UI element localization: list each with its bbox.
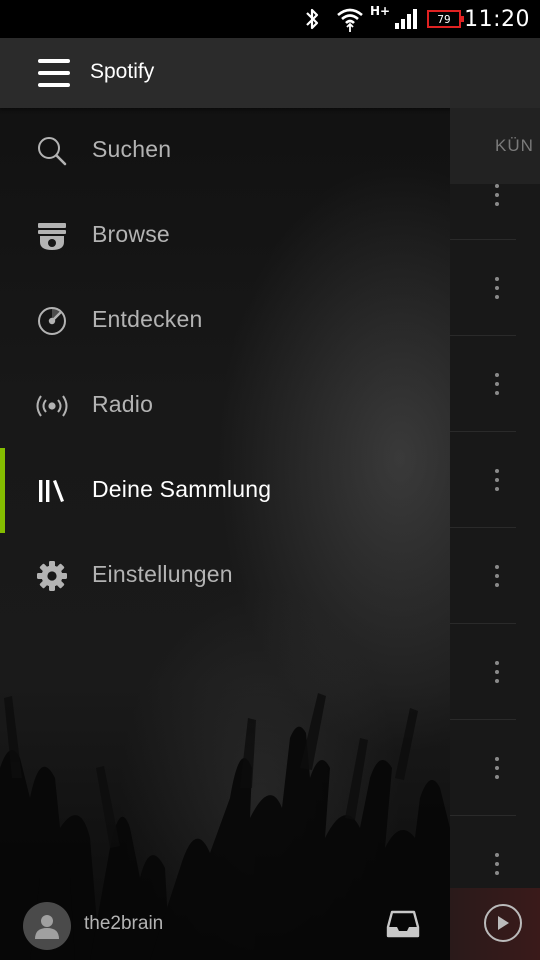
status-bar: H+ 79 11:20	[0, 0, 540, 38]
network-type-text: H+	[370, 4, 391, 18]
track-row[interactable]	[450, 336, 516, 432]
nav-item-label: Entdecken	[92, 306, 203, 332]
drawer-footer: the2brain	[0, 890, 450, 960]
main-view-tab-label[interactable]: KÜN	[495, 136, 534, 156]
network-type-label: H+	[370, 0, 390, 38]
track-row[interactable]	[450, 528, 516, 624]
more-options-icon[interactable]	[494, 277, 500, 299]
signal-strength-icon	[394, 0, 420, 38]
wifi-icon	[336, 0, 364, 38]
nav-item-label: Browse	[92, 221, 170, 247]
more-options-icon[interactable]	[494, 184, 500, 206]
track-row[interactable]	[450, 720, 516, 816]
more-options-icon[interactable]	[494, 469, 500, 491]
inbox-icon[interactable]	[386, 909, 420, 939]
app-screen: H+ 79 11:20 KÜN Spotify Suchen Browse En…	[0, 0, 540, 960]
active-indicator	[0, 448, 5, 533]
nav-item-label: Radio	[92, 391, 154, 417]
nav-item-label: Einstellungen	[92, 561, 233, 587]
nav-item-radio[interactable]: Radio	[0, 363, 450, 448]
library-icon	[35, 474, 69, 508]
nav-item-your-library[interactable]: Deine Sammlung	[0, 448, 450, 533]
more-options-icon[interactable]	[494, 373, 500, 395]
battery-icon: 79	[427, 0, 464, 38]
navigation-drawer: Spotify Suchen Browse Entdecken Radio De…	[0, 38, 450, 960]
track-row[interactable]	[450, 184, 516, 240]
more-options-icon[interactable]	[494, 661, 500, 683]
app-title: Spotify	[90, 60, 155, 83]
clock: 11:20	[464, 6, 530, 32]
user-icon	[35, 915, 59, 939]
bluetooth-icon	[304, 0, 320, 38]
more-options-icon[interactable]	[494, 757, 500, 779]
username[interactable]: the2brain	[84, 913, 163, 935]
nav-item-label: Deine Sammlung	[92, 476, 272, 502]
track-row[interactable]	[450, 624, 516, 720]
discover-icon	[35, 304, 69, 338]
search-icon	[35, 134, 69, 168]
track-row[interactable]	[450, 240, 516, 336]
more-options-icon[interactable]	[494, 565, 500, 587]
nav-item-discover[interactable]: Entdecken	[0, 278, 450, 363]
nav-item-browse[interactable]: Browse	[0, 193, 450, 278]
battery-level: 79	[427, 10, 464, 28]
nav-item-label: Suchen	[92, 136, 172, 162]
drawer-toolbar: Spotify	[0, 38, 450, 108]
avatar[interactable]	[23, 902, 71, 950]
browse-icon	[35, 219, 69, 253]
play-button[interactable]	[484, 904, 522, 942]
nav-item-settings[interactable]: Einstellungen	[0, 533, 450, 618]
main-view-header	[450, 38, 540, 108]
nav-item-search[interactable]: Suchen	[0, 108, 450, 193]
radio-icon	[35, 389, 69, 423]
track-row[interactable]	[450, 432, 516, 528]
more-options-icon[interactable]	[494, 853, 500, 875]
gear-icon	[35, 559, 69, 593]
menu-icon[interactable]	[38, 59, 70, 87]
play-icon	[498, 916, 509, 930]
